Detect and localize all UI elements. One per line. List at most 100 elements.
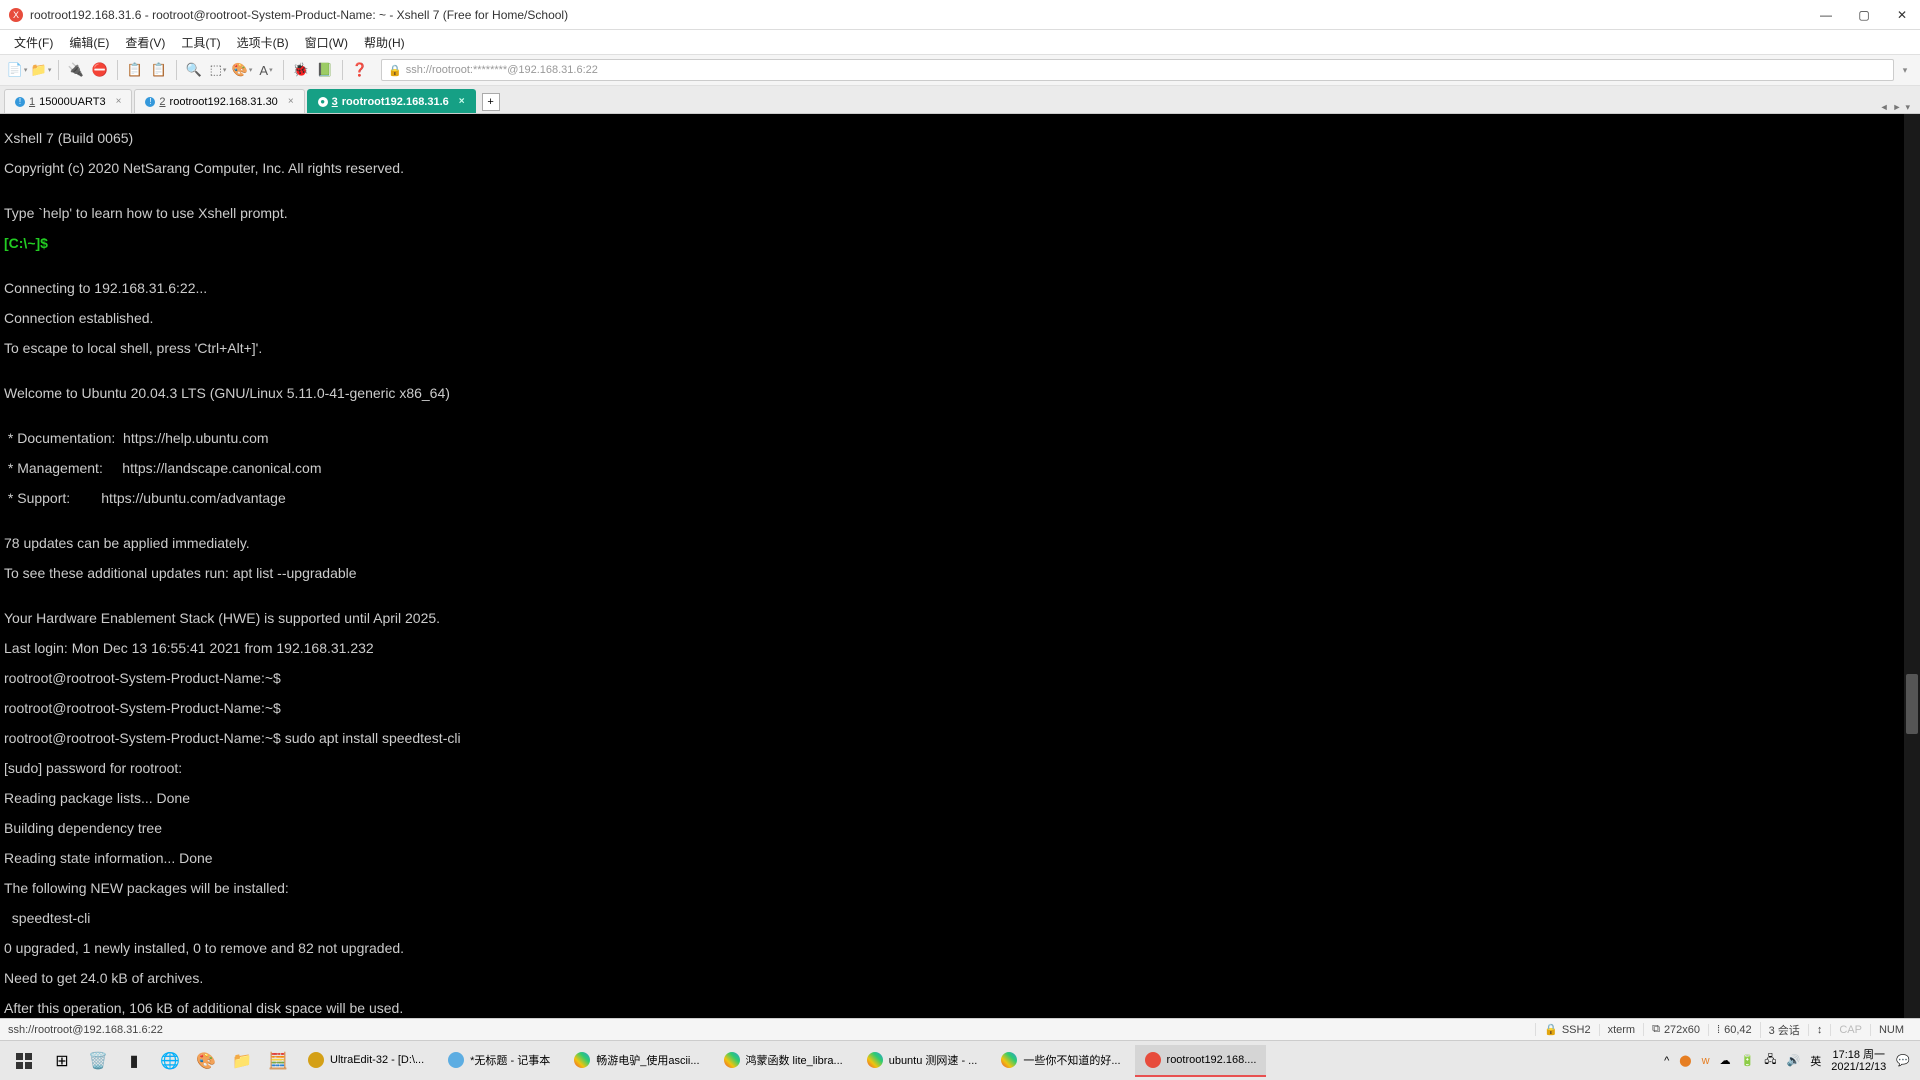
color-scheme-button[interactable]: 🎨▾ xyxy=(231,59,253,81)
taskbar-item-notepad[interactable]: *无标题 - 记事本 xyxy=(438,1045,560,1077)
task-view-icon[interactable]: ⊞ xyxy=(44,1043,80,1079)
tray-volume-icon[interactable]: 🔊 xyxy=(1787,1054,1801,1067)
menu-tools[interactable]: 工具(T) xyxy=(175,32,226,53)
statusbar: ssh://rootroot@192.168.31.6:22 🔒SSH2 xte… xyxy=(0,1018,1920,1040)
terminal-line: Connecting to 192.168.31.6:22... xyxy=(4,281,1916,296)
terminal-line: 0 upgraded, 1 newly installed, 0 to remo… xyxy=(4,941,1916,956)
pos-icon: ⁞ xyxy=(1717,1024,1720,1036)
transfer-button[interactable]: 🐞 xyxy=(290,59,312,81)
menu-help[interactable]: 帮助(H) xyxy=(358,32,411,53)
tray-ime-icon[interactable]: 英 xyxy=(1810,1053,1821,1069)
tab-nav: ◄ ► ▾ xyxy=(1880,102,1916,113)
pinned-paint-icon[interactable]: 🎨 xyxy=(188,1043,224,1079)
paste-button[interactable]: 📋 xyxy=(148,59,170,81)
terminal-line: * Support: https://ubuntu.com/advantage xyxy=(4,491,1916,506)
tab-number: 3 xyxy=(332,96,338,108)
tab-label: rootroot192.168.31.30 xyxy=(170,96,278,108)
terminal-line: rootroot@rootroot-System-Product-Name:~$ xyxy=(4,701,1916,716)
status-cursor-pos: ⁞ 60,42 xyxy=(1708,1024,1760,1036)
system-tray: ^ ⬤ w ☁ 🔋 🖧 🔊 英 17:18 周一 2021/12/13 💬 xyxy=(1664,1049,1916,1073)
size-icon: ⧉ xyxy=(1652,1023,1660,1036)
terminal-line: * Documentation: https://help.ubuntu.com xyxy=(4,431,1916,446)
address-dropdown[interactable]: ▾ xyxy=(1896,65,1914,76)
chrome-icon xyxy=(724,1052,740,1068)
session-indicator-icon: ! xyxy=(145,97,155,107)
scrollbar-thumb[interactable] xyxy=(1906,674,1918,734)
session-indicator-icon: ! xyxy=(15,97,25,107)
tab-list-icon[interactable]: ▾ xyxy=(1905,102,1910,113)
terminal-line: 78 updates can be applied immediately. xyxy=(4,536,1916,551)
terminal-output[interactable]: Xshell 7 (Build 0065) Copyright (c) 2020… xyxy=(0,114,1920,1018)
status-protocol: 🔒SSH2 xyxy=(1535,1023,1598,1036)
maximize-button[interactable]: ▢ xyxy=(1854,5,1874,25)
properties-button[interactable]: ⬚▾ xyxy=(207,59,229,81)
close-button[interactable]: ✕ xyxy=(1892,5,1912,25)
tray-app-icon[interactable]: w xyxy=(1702,1055,1710,1067)
terminal-line: The following NEW packages will be insta… xyxy=(4,881,1916,896)
ultraedit-icon xyxy=(308,1052,324,1068)
tray-app-icon[interactable]: ⬤ xyxy=(1679,1054,1691,1067)
menu-window[interactable]: 窗口(W) xyxy=(299,32,354,53)
toolbar-separator xyxy=(283,60,284,80)
taskbar-clock[interactable]: 17:18 周一 2021/12/13 xyxy=(1831,1049,1886,1073)
terminal-line: [sudo] password for rootroot: xyxy=(4,761,1916,776)
terminal-line: After this operation, 106 kB of addition… xyxy=(4,1001,1916,1016)
menu-view[interactable]: 查看(V) xyxy=(119,32,171,53)
lock-icon: 🔒 xyxy=(388,64,402,77)
status-size: ⧉ 272x60 xyxy=(1643,1023,1708,1036)
tab-session-2[interactable]: ! 2 rootroot192.168.31.30 × xyxy=(134,89,304,113)
terminal-line: To escape to local shell, press 'Ctrl+Al… xyxy=(4,341,1916,356)
taskbar-item-ultraedit[interactable]: UltraEdit-32 - [D:\... xyxy=(298,1045,434,1077)
clock-date: 2021/12/13 xyxy=(1831,1061,1886,1073)
taskbar-item-browser4[interactable]: 一些你不知道的好... xyxy=(991,1045,1130,1077)
taskbar-item-browser2[interactable]: 鸿蒙函数 lite_libra... xyxy=(714,1045,853,1077)
toolbar-separator xyxy=(342,60,343,80)
copy-button[interactable]: 📋 xyxy=(124,59,146,81)
tab-prev-icon[interactable]: ◄ xyxy=(1880,102,1889,113)
reconnect-button[interactable]: 🔌 xyxy=(65,59,87,81)
status-sessions: 3 会话 xyxy=(1760,1022,1808,1038)
terminal-line: Copyright (c) 2020 NetSarang Computer, I… xyxy=(4,161,1916,176)
disconnect-button[interactable]: ⛔ xyxy=(89,59,111,81)
terminal-line: rootroot@rootroot-System-Product-Name:~$ xyxy=(4,671,1916,686)
find-button[interactable]: 🔍 xyxy=(183,59,205,81)
address-text: ssh://rootroot:********@192.168.31.6:22 xyxy=(406,64,598,76)
terminal-line: Type `help' to learn how to use Xshell p… xyxy=(4,206,1916,221)
notifications-icon[interactable]: 💬 xyxy=(1896,1054,1910,1067)
pinned-chrome-icon[interactable]: 🌐 xyxy=(152,1043,188,1079)
tray-onedrive-icon[interactable]: ☁ xyxy=(1720,1054,1731,1067)
taskbar-item-xshell[interactable]: rootroot192.168.... xyxy=(1135,1045,1267,1077)
menu-tabs[interactable]: 选项卡(B) xyxy=(231,32,295,53)
pinned-calc-icon[interactable]: 🧮 xyxy=(260,1043,296,1079)
address-bar[interactable]: 🔒 ssh://rootroot:********@192.168.31.6:2… xyxy=(381,59,1894,81)
tab-close-icon[interactable]: × xyxy=(116,96,122,107)
pinned-app-icon[interactable]: 🗑️ xyxy=(80,1043,116,1079)
new-tab-button[interactable]: + xyxy=(482,93,500,111)
tray-overflow-icon[interactable]: ^ xyxy=(1664,1055,1669,1067)
xftp-button[interactable]: 📗 xyxy=(314,59,336,81)
menu-edit[interactable]: 编辑(E) xyxy=(63,32,115,53)
tab-session-3[interactable]: ● 3 rootroot192.168.31.6 × xyxy=(307,89,476,113)
open-session-button[interactable]: 📁▾ xyxy=(30,59,52,81)
terminal-line: rootroot@rootroot-System-Product-Name:~$… xyxy=(4,731,1916,746)
taskbar-item-browser1[interactable]: 畅游电驴_使用ascii... xyxy=(564,1045,709,1077)
tab-close-icon[interactable]: × xyxy=(459,96,465,107)
pinned-explorer-icon[interactable]: 📁 xyxy=(224,1043,260,1079)
pinned-terminal-icon[interactable]: ▮ xyxy=(116,1043,152,1079)
tab-close-icon[interactable]: × xyxy=(288,96,294,107)
terminal-scrollbar[interactable] xyxy=(1904,114,1920,1018)
notepad-icon xyxy=(448,1052,464,1068)
tray-network-icon[interactable]: 🖧 xyxy=(1764,1051,1776,1070)
font-button[interactable]: A▾ xyxy=(255,59,277,81)
start-button[interactable] xyxy=(4,1041,44,1080)
menu-file[interactable]: 文件(F) xyxy=(8,32,59,53)
taskbar-item-browser3[interactable]: ubuntu 测网速 - ... xyxy=(857,1045,988,1077)
minimize-button[interactable]: — xyxy=(1816,5,1836,25)
tab-session-1[interactable]: ! 1 15000UART3 × xyxy=(4,89,132,113)
tray-battery-icon[interactable]: 🔋 xyxy=(1741,1054,1755,1067)
help-button[interactable]: ❓ xyxy=(349,59,371,81)
new-session-button[interactable]: 📄▾ xyxy=(6,59,28,81)
chrome-icon xyxy=(1001,1052,1017,1068)
terminal-line: * Management: https://landscape.canonica… xyxy=(4,461,1916,476)
tab-next-icon[interactable]: ► xyxy=(1893,102,1902,113)
